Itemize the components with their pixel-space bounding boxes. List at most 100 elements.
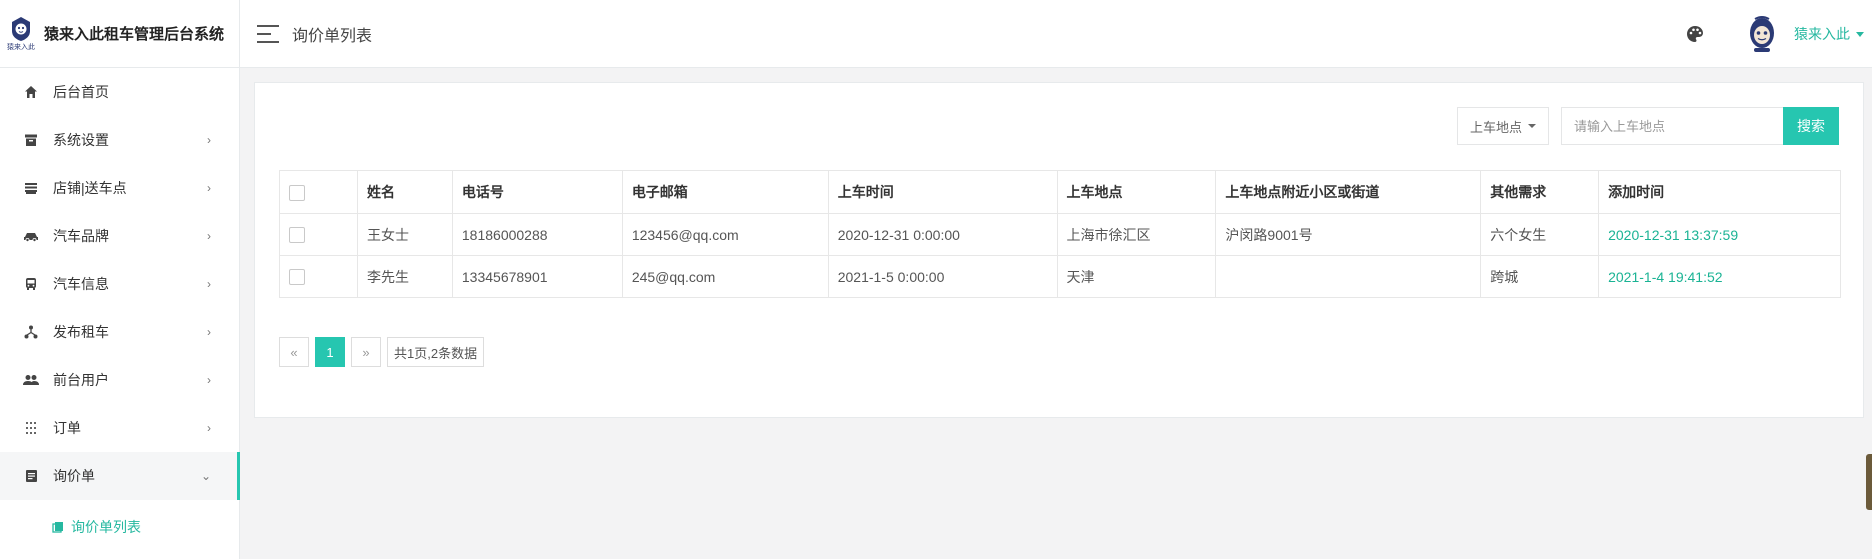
column-header[interactable]: 电子邮箱	[621, 170, 829, 214]
sidebar-item-label: 发布租车	[53, 324, 109, 340]
chevron-right-icon: ›	[207, 277, 211, 291]
page-button-current[interactable]: 1	[315, 337, 345, 367]
column-header[interactable]: 上车地点	[1056, 170, 1217, 214]
cell-nearby-street: 沪闵路9001号	[1215, 213, 1482, 256]
sidebar-item-label: 店铺|送车点	[53, 180, 127, 196]
chevron-down-icon: ⌄	[200, 469, 211, 483]
search-button[interactable]: 搜索	[1783, 107, 1839, 145]
content-panel: 上车地点 搜索 姓名 电话号 电子邮箱 上车时间 上车地点 上车地点附近小区或街…	[254, 82, 1864, 418]
store-icon	[22, 179, 40, 197]
top-header: 询价单列表 猿来入此	[240, 0, 1872, 68]
select-all-cell	[279, 170, 358, 214]
bus-icon	[22, 275, 40, 293]
cell-other-needs: 跨城	[1480, 255, 1600, 298]
sidebar-item-label: 前台用户	[53, 372, 109, 388]
sidebar-menu: 后台首页 系统设置 › 店铺|送车点 › 汽车品牌 › 汽车信息 › 发布租车 …	[0, 68, 240, 554]
network-icon	[22, 323, 40, 341]
cell-pickup-location: 上海市徐汇区	[1056, 213, 1217, 256]
car-icon	[22, 227, 40, 245]
sidebar-item-label: 系统设置	[53, 132, 109, 148]
menu-toggle-icon[interactable]	[257, 24, 279, 43]
header-right: 猿来入此	[1684, 0, 1872, 68]
cell-pickup-time: 2020-12-31 0:00:00	[827, 213, 1058, 256]
page-title: 询价单列表	[292, 27, 373, 45]
chevron-right-icon: ›	[207, 325, 211, 339]
column-header[interactable]: 姓名	[356, 170, 453, 214]
next-page-button[interactable]: »	[351, 337, 381, 367]
chevron-right-icon: ›	[207, 181, 211, 195]
sidebar-item-settings[interactable]: 系统设置 ›	[0, 116, 239, 164]
select-all-checkbox[interactable]	[289, 184, 305, 201]
table-header-row: 姓名 电话号 电子邮箱 上车时间 上车地点 上车地点附近小区或街道 其他需求 添…	[279, 170, 1841, 214]
search-input[interactable]	[1561, 107, 1783, 145]
dropdown-label: 上车地点	[1469, 119, 1522, 135]
cell-name: 王女士	[356, 213, 453, 256]
caret-down-icon	[1856, 31, 1864, 37]
column-header[interactable]: 电话号	[451, 170, 623, 214]
row-checkbox[interactable]	[289, 227, 305, 244]
search-toolbar: 上车地点 搜索	[1456, 107, 1839, 145]
column-header[interactable]: 上车时间	[827, 170, 1058, 214]
cell-email: 123456@qq.com	[621, 213, 829, 256]
sidebar-item-label: 汽车信息	[53, 276, 109, 292]
book-icon	[52, 520, 66, 534]
cell-other-needs: 六个女生	[1480, 213, 1600, 256]
table-row[interactable]: 王女士 18186000288 123456@qq.com 2020-12-31…	[279, 213, 1841, 256]
sidebar-item-label: 订单	[53, 420, 81, 436]
pagination-info: 共1页,2条数据	[387, 337, 485, 367]
user-name-dropdown[interactable]: 猿来入此	[1794, 24, 1850, 44]
sidebar-item-label: 汽车品牌	[53, 228, 109, 244]
table-row[interactable]: 李先生 13345678901 245@qq.com 2021-1-5 0:00…	[279, 255, 1841, 298]
avatar[interactable]	[1746, 13, 1778, 55]
row-select-cell	[279, 213, 358, 256]
users-icon	[22, 371, 40, 389]
cell-pickup-location: 天津	[1056, 255, 1217, 298]
caret-down-icon	[1528, 124, 1536, 128]
brand: 猿来入此 猿来入此租车管理后台系统	[0, 0, 239, 68]
sidebar-item-label: 询价单	[53, 468, 95, 484]
monkey-avatar-icon	[1750, 16, 1774, 52]
sidebar-item-publish[interactable]: 发布租车 ›	[0, 308, 239, 356]
cell-pickup-time: 2021-1-5 0:00:00	[827, 255, 1058, 298]
row-select-cell	[279, 255, 358, 298]
cell-added-time: 2020-12-31 13:37:59	[1598, 213, 1841, 256]
row-checkbox[interactable]	[289, 269, 305, 286]
sidebar-item-users[interactable]: 前台用户 ›	[0, 356, 239, 404]
inquiry-table: 姓名 电话号 电子邮箱 上车时间 上车地点 上车地点附近小区或街道 其他需求 添…	[279, 170, 1841, 298]
side-drawer-handle[interactable]	[1866, 454, 1872, 510]
logo: 猿来入此	[6, 12, 36, 56]
logo-text: 猿来入此	[7, 43, 35, 51]
sidebar-item-label: 后台首页	[53, 84, 109, 100]
cell-added-time: 2021-1-4 19:41:52	[1598, 255, 1841, 298]
cell-nearby-street	[1215, 255, 1482, 298]
monkey-logo-icon	[12, 16, 30, 41]
cell-phone: 13345678901	[451, 255, 623, 298]
sidebar: 猿来入此 猿来入此租车管理后台系统 后台首页 系统设置 › 店铺|送车点 › 汽…	[0, 0, 240, 559]
brand-title: 猿来入此租车管理后台系统	[44, 26, 225, 43]
sidebar-item-inquiries[interactable]: 询价单 ⌄	[0, 452, 240, 500]
chevron-right-icon: ›	[207, 373, 211, 387]
sidebar-item-stores[interactable]: 店铺|送车点 ›	[0, 164, 239, 212]
cell-email: 245@qq.com	[621, 255, 829, 298]
cell-name: 李先生	[356, 255, 453, 298]
sidebar-item-home[interactable]: 后台首页	[0, 68, 239, 116]
palette-icon[interactable]	[1684, 23, 1706, 45]
pagination: « 1 » 共1页,2条数据	[279, 337, 490, 367]
column-header[interactable]: 添加时间	[1598, 170, 1841, 214]
sidebar-subitem-inquiry-list[interactable]: 询价单列表	[0, 500, 239, 554]
archive-icon	[22, 131, 40, 149]
sidebar-item-car-brands[interactable]: 汽车品牌 ›	[0, 212, 239, 260]
home-icon	[22, 83, 40, 101]
chevron-right-icon: ›	[207, 421, 211, 435]
sidebar-item-orders[interactable]: 订单 ›	[0, 404, 239, 452]
chevron-right-icon: ›	[207, 133, 211, 147]
grid-dots-icon	[22, 419, 40, 437]
sidebar-item-car-info[interactable]: 汽车信息 ›	[0, 260, 239, 308]
sidebar-subitem-label: 询价单列表	[71, 519, 141, 535]
prev-page-button[interactable]: «	[279, 337, 309, 367]
cell-phone: 18186000288	[451, 213, 623, 256]
search-field-dropdown[interactable]: 上车地点	[1456, 107, 1549, 145]
column-header[interactable]: 其他需求	[1480, 170, 1600, 214]
document-icon	[22, 467, 40, 485]
column-header[interactable]: 上车地点附近小区或街道	[1215, 170, 1482, 214]
